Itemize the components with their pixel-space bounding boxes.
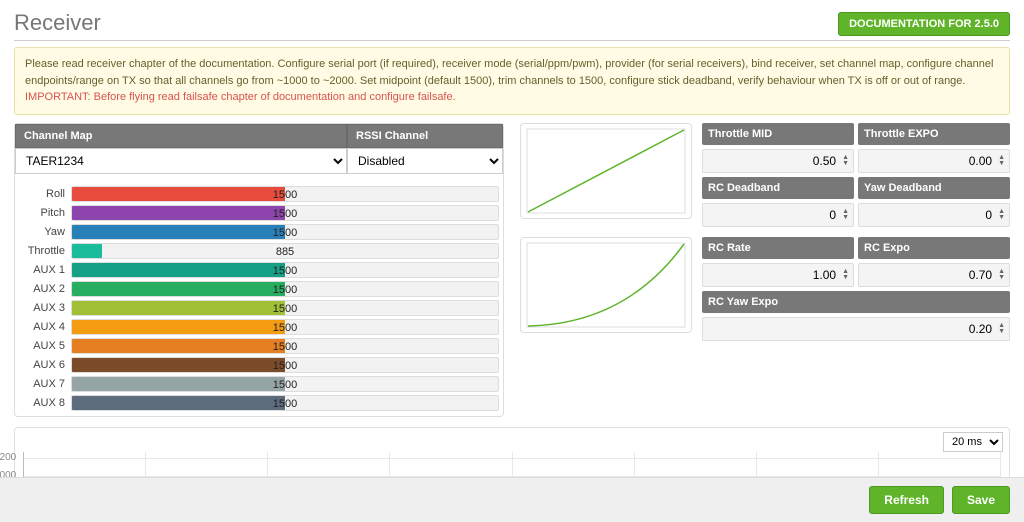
rc-expo-label: RC Expo (858, 237, 1010, 259)
channel-bar: 1500 (71, 224, 499, 240)
channel-row: AUX 3 1500 (19, 300, 499, 316)
channel-bar: 1500 (71, 357, 499, 373)
rc-expo-input[interactable] (861, 266, 996, 284)
channel-label: AUX 2 (19, 283, 71, 295)
channels-list: Roll 1500 Pitch 1500 Yaw 1500 Throttle 885 AUX 1… (15, 174, 503, 416)
channel-value: 1500 (273, 282, 297, 297)
channel-label: AUX 5 (19, 340, 71, 352)
channel-label: AUX 8 (19, 397, 71, 409)
channel-value: 885 (276, 244, 294, 259)
rssi-channel-header: RSSI Channel (347, 124, 503, 148)
throttle-expo-input[interactable] (861, 152, 996, 170)
channel-bar: 1500 (71, 376, 499, 392)
channel-row: Throttle 885 (19, 243, 499, 259)
refresh-button[interactable]: Refresh (869, 486, 944, 514)
channel-value: 1500 (273, 396, 297, 411)
channel-label: Roll (19, 188, 71, 200)
channel-value: 1500 (273, 225, 297, 240)
channel-row: AUX 2 1500 (19, 281, 499, 297)
rc-rate-label: RC Rate (702, 237, 854, 259)
channel-map-header: Channel Map (15, 124, 347, 148)
throttle-curve-chart (520, 123, 692, 219)
spinner-icon[interactable]: ▲▼ (996, 269, 1007, 281)
spinner-icon[interactable]: ▲▼ (840, 269, 851, 281)
channel-label: AUX 3 (19, 302, 71, 314)
channel-label: AUX 1 (19, 264, 71, 276)
important-text: Before flying read failsafe chapter of d… (91, 91, 456, 103)
yaw-deadband-input[interactable] (861, 206, 996, 224)
channel-label: Yaw (19, 226, 71, 238)
channel-bar: 1500 (71, 338, 499, 354)
channel-value: 1500 (273, 358, 297, 373)
channel-bar: 1500 (71, 395, 499, 411)
documentation-button[interactable]: DOCUMENTATION FOR 2.5.0 (838, 12, 1010, 36)
channel-row: Roll 1500 (19, 186, 499, 202)
channel-row: Yaw 1500 (19, 224, 499, 240)
channel-bar: 1500 (71, 319, 499, 335)
rc-curve-chart (520, 237, 692, 333)
channel-value: 1500 (273, 377, 297, 392)
channel-bar: 1500 (71, 186, 499, 202)
channel-bar: 1500 (71, 300, 499, 316)
spinner-icon[interactable]: ▲▼ (996, 323, 1007, 335)
throttle-mid-label: Throttle MID (702, 123, 854, 145)
rc-tuning-grid: RC Rate RC Expo ▲▼ ▲▼ RC Yaw Expo ▲▼ (702, 237, 1010, 341)
channel-bar: 885 (71, 243, 499, 259)
rc-deadband-label: RC Deadband (702, 177, 854, 199)
channel-value: 1500 (273, 339, 297, 354)
throttle-tuning-grid: Throttle MID Throttle EXPO ▲▼ ▲▼ RC Dead… (702, 123, 1010, 227)
channel-bar: 1500 (71, 281, 499, 297)
spinner-icon[interactable]: ▲▼ (840, 209, 851, 221)
channel-value: 1500 (273, 263, 297, 278)
channel-row: AUX 8 1500 (19, 395, 499, 411)
channel-value: 1500 (273, 206, 297, 221)
rc-yaw-expo-label: RC Yaw Expo (702, 291, 1010, 313)
channel-row: AUX 4 1500 (19, 319, 499, 335)
save-button[interactable]: Save (952, 486, 1010, 514)
channel-label: AUX 4 (19, 321, 71, 333)
channel-row: Pitch 1500 (19, 205, 499, 221)
rc-deadband-input[interactable] (705, 206, 840, 224)
channel-label: AUX 6 (19, 359, 71, 371)
channel-row: AUX 7 1500 (19, 376, 499, 392)
rc-yaw-expo-input[interactable] (705, 320, 996, 338)
channel-label: Pitch (19, 207, 71, 219)
important-label: IMPORTANT: (25, 91, 91, 103)
history-interval-select[interactable]: 20 ms (943, 432, 1003, 452)
channel-row: AUX 6 1500 (19, 357, 499, 373)
page-title: Receiver (14, 10, 101, 36)
footer-bar: Refresh Save (0, 477, 1024, 522)
channel-row: AUX 5 1500 (19, 338, 499, 354)
yaw-deadband-label: Yaw Deadband (858, 177, 1010, 199)
notice-text: Please read receiver chapter of the docu… (25, 58, 993, 87)
info-notice: Please read receiver chapter of the docu… (14, 47, 1010, 115)
throttle-expo-label: Throttle EXPO (858, 123, 1010, 145)
channel-label: AUX 7 (19, 378, 71, 390)
spinner-icon[interactable]: ▲▼ (996, 155, 1007, 167)
spinner-icon[interactable]: ▲▼ (840, 155, 851, 167)
channel-map-select[interactable]: TAER1234 (15, 148, 347, 174)
spinner-icon[interactable]: ▲▼ (996, 209, 1007, 221)
channel-value: 1500 (273, 320, 297, 335)
channel-label: Throttle (19, 245, 71, 257)
rc-rate-input[interactable] (705, 266, 840, 284)
rssi-channel-select[interactable]: Disabled (347, 148, 503, 174)
history-ytick: 2200 (0, 452, 16, 463)
channel-value: 1500 (273, 301, 297, 316)
throttle-mid-input[interactable] (705, 152, 840, 170)
channel-bar: 1500 (71, 205, 499, 221)
channel-bar: 1500 (71, 262, 499, 278)
channel-value: 1500 (273, 187, 297, 202)
channel-row: AUX 1 1500 (19, 262, 499, 278)
